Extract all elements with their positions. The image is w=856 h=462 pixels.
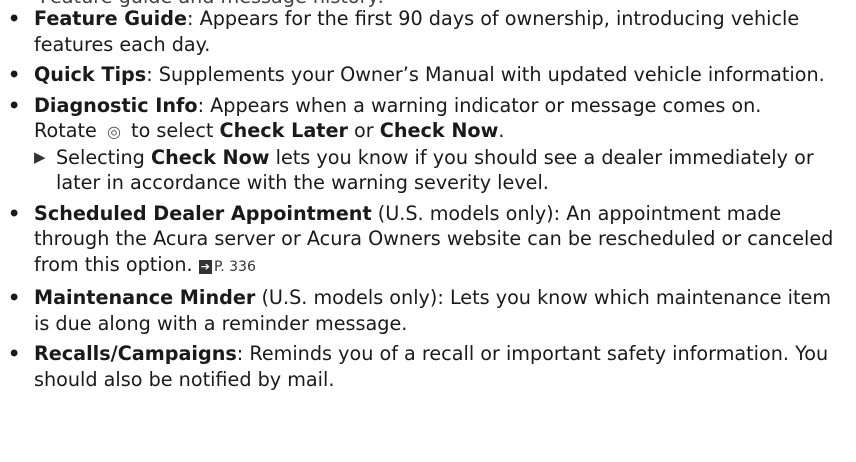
item-separator: :	[146, 63, 159, 86]
bullet-icon: •	[8, 342, 21, 365]
bullet-icon: •	[8, 286, 21, 309]
list-item-scheduled-dealer-appointment: • Scheduled Dealer Appointment (U.S. mod…	[0, 201, 856, 281]
item-term: Feature Guide	[34, 7, 188, 30]
or-text: or	[354, 119, 374, 142]
item-separator: :	[197, 93, 211, 117]
bullet-icon: •	[8, 63, 21, 86]
cross-reference-arrow-icon: ➔	[198, 259, 212, 274]
list-item-feature-guide: • Feature Guide: Appears for the first 9…	[0, 6, 856, 57]
item-separator: :	[187, 7, 200, 30]
bullet-icon: •	[8, 7, 21, 30]
item-term: Maintenance Minder	[34, 286, 256, 309]
item-qualifier: (U.S. models only):	[371, 201, 567, 225]
bullet-icon: •	[8, 93, 21, 117]
item-term: Quick Tips	[34, 63, 147, 86]
option-check-later: Check Later	[219, 119, 348, 142]
option-check-now: Check Now	[379, 119, 499, 142]
to-select-text: to select	[131, 119, 214, 142]
feature-list: • Feature Guide: Appears for the first 9…	[0, 6, 856, 397]
list-item-recalls-campaigns: • Recalls/Campaigns: Reminds you of a re…	[0, 341, 856, 392]
period-text: .	[498, 119, 505, 142]
interface-dial-icon: ◎	[106, 122, 121, 141]
item-qualifier: (U.S. models only):	[255, 286, 450, 309]
list-item-quick-tips: • Quick Tips: Supplements your Owner’s M…	[0, 62, 856, 88]
item-description: Supplements your Owner’s Manual with upd…	[158, 63, 825, 86]
note-keyword: Check Now	[150, 145, 270, 169]
rotate-label: Rotate	[34, 119, 97, 142]
diagnostic-note: ▶ Selecting Check Now lets you know if y…	[34, 145, 840, 196]
manual-page: Feature guide and message history: • Fea…	[0, 0, 856, 462]
item-term: Recalls/Campaigns	[34, 342, 237, 365]
item-term: Scheduled Dealer Appointment	[34, 201, 372, 225]
page-reference-text: P. 336	[213, 258, 256, 275]
page-reference-link[interactable]: ➔ P. 336	[198, 258, 256, 275]
item-term: Diagnostic Info	[34, 93, 198, 117]
list-item-maintenance-minder: • Maintenance Minder (U.S. models only):…	[0, 285, 856, 336]
note-prefix: Selecting	[56, 145, 145, 169]
item-description: Appears when a warning indicator or mess…	[210, 93, 762, 117]
bullet-icon: •	[8, 201, 21, 225]
item-separator: :	[236, 342, 250, 365]
note-triangle-icon: ▶	[34, 147, 46, 166]
list-item-diagnostic-info: • Diagnostic Info: Appears when a warnin…	[0, 93, 856, 196]
